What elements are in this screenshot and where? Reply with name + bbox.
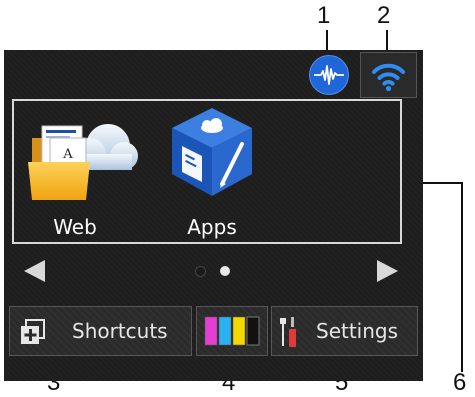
left-arrow-icon xyxy=(24,260,45,282)
page-dot-1 xyxy=(195,266,206,277)
settings-label: Settings xyxy=(316,319,399,343)
ink-cartridges-icon xyxy=(204,316,260,346)
left-arrow-button[interactable] xyxy=(21,258,47,284)
web-tile-label: Web xyxy=(53,215,97,239)
ink-status-icon[interactable] xyxy=(309,55,349,95)
apps-cube-icon xyxy=(172,108,252,196)
callout-6: 6 xyxy=(453,369,467,396)
page-dot-2-active xyxy=(220,266,230,276)
wifi-icon xyxy=(372,63,405,92)
settings-button[interactable]: Settings xyxy=(271,306,418,356)
touchscreen-diagram: { "callouts": ["1", "2", "3", "4", "5", … xyxy=(0,0,475,397)
callout-1: 1 xyxy=(317,2,331,29)
apps-tile-label: Apps xyxy=(187,215,237,239)
shortcuts-icon xyxy=(21,319,45,344)
waveform-icon xyxy=(314,65,344,85)
shortcuts-button[interactable]: Shortcuts xyxy=(9,306,192,356)
ink-button[interactable] xyxy=(196,306,268,356)
svg-text:A: A xyxy=(62,147,73,162)
web-folder-icon: A xyxy=(28,124,138,200)
apps-tile[interactable]: Apps xyxy=(152,104,272,239)
web-tile[interactable]: A Web xyxy=(20,104,140,239)
right-arrow-icon xyxy=(377,260,398,282)
callout-2: 2 xyxy=(377,2,391,29)
wifi-button[interactable] xyxy=(360,52,417,98)
settings-tools-icon xyxy=(280,317,296,347)
callout-line-6-vertical xyxy=(461,182,463,372)
right-arrow-button[interactable] xyxy=(375,258,401,284)
shortcuts-label: Shortcuts xyxy=(72,319,168,343)
